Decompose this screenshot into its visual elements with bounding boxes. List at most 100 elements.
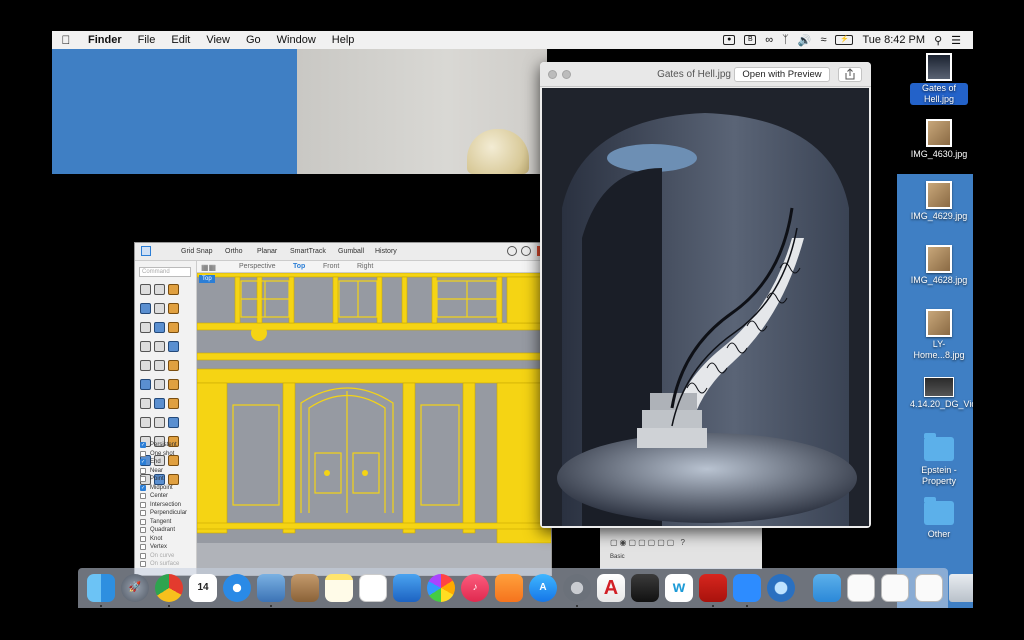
tab-perspective[interactable]: Perspective: [239, 263, 276, 270]
menu-view[interactable]: View: [198, 34, 238, 46]
trim-tool-icon[interactable]: [140, 417, 151, 428]
osnap-checkbox[interactable]: ✓: [140, 459, 146, 466]
dock-photos-icon[interactable]: [427, 574, 455, 602]
polyline-tool-icon[interactable]: [140, 303, 151, 314]
osnap-checkbox[interactable]: [140, 467, 146, 474]
dock-quicktime-icon[interactable]: [767, 574, 795, 602]
osnap-checkbox[interactable]: ✓: [140, 442, 146, 449]
dock-trash-icon[interactable]: [949, 574, 973, 602]
dock-launchpad-icon[interactable]: 🚀: [121, 574, 149, 602]
dock-safari-icon[interactable]: [223, 574, 251, 602]
desktop-folder-other[interactable]: Other: [910, 497, 968, 540]
osnap-option[interactable]: Near: [135, 467, 197, 476]
toggle-planar[interactable]: Planar: [257, 248, 277, 255]
loft-tool-icon[interactable]: [154, 379, 165, 390]
menu-help[interactable]: Help: [324, 34, 363, 46]
desktop-file-img-4630[interactable]: IMG_4630.jpg: [910, 119, 968, 160]
osnap-option[interactable]: ✓ Persistent: [135, 441, 197, 450]
osnap-option[interactable]: ✓ End: [135, 458, 197, 467]
surface-tool-icon[interactable]: [140, 360, 151, 371]
dock-minimized-window-2[interactable]: [881, 574, 909, 602]
battery-icon[interactable]: ⚡: [835, 35, 854, 45]
dock-zoom-icon[interactable]: [733, 574, 761, 607]
notification-center-icon[interactable]: ☰: [951, 34, 961, 47]
fillet-tool-icon[interactable]: [140, 398, 151, 409]
split-tool-icon[interactable]: [154, 417, 165, 428]
osnap-checkbox[interactable]: [140, 510, 146, 517]
osnap-option[interactable]: Tangent: [135, 518, 197, 527]
cad-back-icon[interactable]: [507, 246, 517, 256]
share-icon[interactable]: [838, 67, 862, 82]
dock-export-icon[interactable]: [631, 574, 659, 602]
circle-tool-icon[interactable]: [154, 303, 165, 314]
sweep-tool-icon[interactable]: [168, 379, 179, 390]
mesh-tool-icon[interactable]: [168, 360, 179, 371]
menu-go[interactable]: Go: [238, 34, 269, 46]
desktop-file-img-4628[interactable]: IMG_4628.jpg: [910, 245, 968, 286]
osnap-option[interactable]: Perpendicular: [135, 509, 197, 518]
offset-tool-icon[interactable]: [168, 398, 179, 409]
osnap-option[interactable]: Vertex: [135, 543, 197, 552]
osnap-checkbox[interactable]: [140, 552, 146, 559]
curve-tool-icon[interactable]: [154, 341, 165, 352]
osnap-checkbox[interactable]: [140, 544, 146, 551]
toggle-history[interactable]: History: [375, 248, 397, 255]
close-icon[interactable]: [548, 70, 557, 79]
menu-app-finder[interactable]: Finder: [80, 34, 130, 46]
osnap-checkbox[interactable]: [140, 527, 146, 534]
freeform-tool-icon[interactable]: [168, 341, 179, 352]
volume-icon[interactable]: 🔊: [798, 34, 812, 47]
menu-window[interactable]: Window: [269, 34, 324, 46]
sidebar-toggle-icon[interactable]: [141, 246, 151, 256]
dock-notes-icon[interactable]: [325, 574, 353, 602]
ellipse-tool-icon[interactable]: [168, 322, 179, 333]
osnap-checkbox[interactable]: [140, 450, 146, 457]
menu-clock[interactable]: Tue 8:42 PM: [862, 34, 925, 46]
osnap-checkbox[interactable]: [140, 561, 146, 568]
line-tool-icon[interactable]: [168, 284, 179, 295]
panel-tool-icons[interactable]: ▢◉▢▢▢▢▢ ?: [610, 538, 687, 547]
toggle-smarttrack[interactable]: SmartTrack: [290, 248, 326, 255]
record-status-icon[interactable]: ●: [723, 35, 736, 45]
dock-chrome-icon[interactable]: [155, 574, 183, 607]
osnap-option[interactable]: Knot: [135, 535, 197, 544]
bootcamp-status-icon[interactable]: B: [744, 35, 757, 45]
grid-layout-icon[interactable]: ▦▦: [201, 263, 216, 272]
cad-viewport[interactable]: Top: [197, 273, 551, 575]
dock-preview-icon[interactable]: [257, 574, 285, 607]
fullscreen-icon[interactable]: [562, 70, 571, 79]
osnap-option[interactable]: Quadrant: [135, 526, 197, 535]
osnap-checkbox[interactable]: ✓: [140, 484, 146, 491]
osnap-option[interactable]: Point: [135, 475, 197, 484]
spotlight-search-icon[interactable]: ⚲: [934, 34, 942, 47]
dock-reminders-icon[interactable]: [359, 574, 387, 602]
cad-settings-icon[interactable]: [521, 246, 531, 256]
dock-keynote-icon[interactable]: [393, 574, 421, 602]
tab-front[interactable]: Front: [323, 263, 339, 270]
osnap-checkbox[interactable]: [140, 535, 146, 542]
extrude-tool-icon[interactable]: [140, 379, 151, 390]
desktop-file-ly-home[interactable]: LY-Home...8.jpg: [910, 309, 968, 361]
dock-acrobat-icon[interactable]: [699, 574, 727, 607]
zoom-tool-icon[interactable]: [168, 303, 179, 314]
osnap-option[interactable]: Intersection: [135, 501, 197, 510]
wifi-icon[interactable]: ≈: [820, 34, 826, 46]
dock-minimized-window-1[interactable]: [847, 574, 875, 602]
toggle-grid-snap[interactable]: Grid Snap: [181, 248, 213, 255]
osnap-checkbox[interactable]: [140, 476, 146, 483]
desktop-file-img-4629[interactable]: IMG_4629.jpg: [910, 181, 968, 222]
join-tool-icon[interactable]: [168, 417, 179, 428]
dock-books-icon[interactable]: [495, 574, 523, 602]
tab-right[interactable]: Right: [357, 263, 373, 270]
arc-tool-icon[interactable]: [140, 341, 151, 352]
dock-webex-icon[interactable]: w: [665, 574, 693, 602]
osnap-option[interactable]: One shot: [135, 450, 197, 459]
creative-cloud-icon[interactable]: ∞: [765, 34, 773, 46]
dock-system-preferences-icon[interactable]: [563, 574, 591, 607]
rectangle-tool-icon[interactable]: [140, 322, 151, 333]
dock-minimized-window-3[interactable]: [915, 574, 943, 602]
menu-edit[interactable]: Edit: [163, 34, 198, 46]
select-tool-icon[interactable]: [140, 284, 151, 295]
apple-menu-icon[interactable]: : [52, 33, 80, 47]
solid-tool-icon[interactable]: [154, 360, 165, 371]
